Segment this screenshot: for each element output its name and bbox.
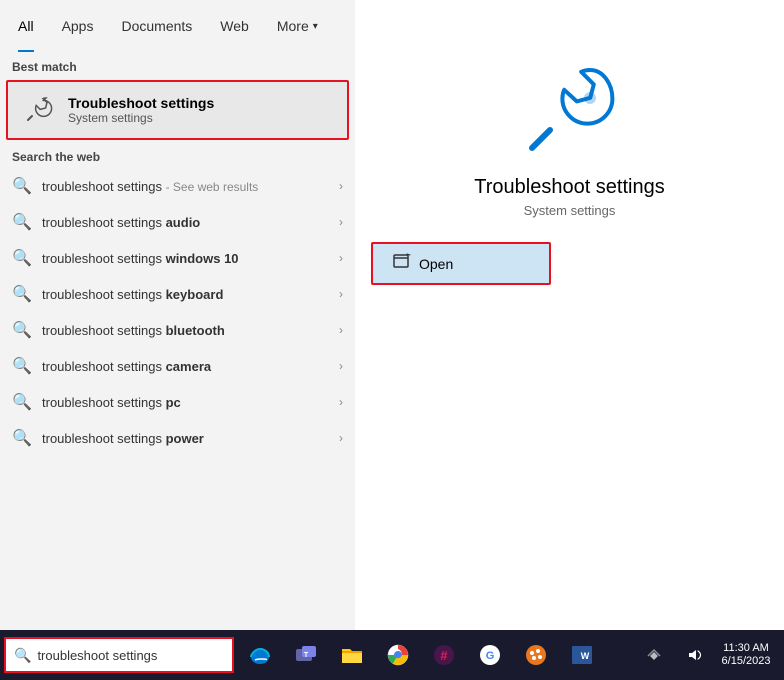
taskbar-icons: T # <box>238 630 604 680</box>
list-item[interactable]: 🔍 troubleshoot settings audio › <box>0 204 355 240</box>
system-tray: 11:30 AM 6/15/2023 <box>636 637 784 673</box>
search-icon: 🔍 <box>12 284 32 304</box>
open-button[interactable]: Open <box>371 242 551 285</box>
clock-tray: 11:30 AM 6/15/2023 <box>716 637 776 673</box>
taskbar: 🔍 troubleshoot settings T <box>0 630 784 680</box>
result-text: troubleshoot settings bluetooth <box>42 323 329 338</box>
svg-text:G: G <box>486 650 495 662</box>
search-icon: 🔍 <box>12 428 32 448</box>
see-web-results: - See web results <box>166 180 259 194</box>
chevron-right-icon: › <box>339 323 343 337</box>
tab-all[interactable]: All <box>4 0 48 52</box>
teams-icon[interactable]: T <box>284 630 328 680</box>
word-icon[interactable]: W <box>560 630 604 680</box>
tab-web[interactable]: Web <box>206 0 263 52</box>
file-explorer-icon[interactable] <box>330 630 374 680</box>
search-icon: 🔍 <box>12 212 32 232</box>
best-match-title: Troubleshoot settings <box>68 95 214 111</box>
tab-apps[interactable]: Apps <box>48 0 108 52</box>
result-text: troubleshoot settings - See web results <box>42 179 329 194</box>
list-item[interactable]: 🔍 troubleshoot settings power › <box>0 420 355 456</box>
list-item[interactable]: 🔍 troubleshoot settings windows 10 › <box>0 240 355 276</box>
open-button-row: Open <box>355 242 784 285</box>
result-text: troubleshoot settings power <box>42 431 329 446</box>
search-icon: 🔍 <box>12 248 32 268</box>
google-icon[interactable]: G <box>468 630 512 680</box>
result-text: troubleshoot settings keyboard <box>42 287 329 302</box>
svg-text:T: T <box>304 652 309 659</box>
web-section-label: Search the web <box>0 142 355 168</box>
taskbar-search-icon: 🔍 <box>14 647 31 664</box>
search-icon: 🔍 <box>12 320 32 340</box>
result-text: troubleshoot settings windows 10 <box>42 251 329 266</box>
tab-more[interactable]: More ▾ <box>263 0 332 52</box>
search-icon: 🔍 <box>12 176 32 196</box>
edge-icon[interactable] <box>238 630 282 680</box>
svg-text:#: # <box>440 648 448 663</box>
result-text: troubleshoot settings pc <box>42 395 329 410</box>
list-item[interactable]: 🔍 troubleshoot settings camera › <box>0 348 355 384</box>
chevron-right-icon: › <box>339 431 343 445</box>
paint-icon[interactable] <box>514 630 558 680</box>
best-match-item[interactable]: Troubleshoot settings System settings <box>6 80 349 140</box>
chevron-right-icon: › <box>339 215 343 229</box>
best-match-label: Best match <box>0 52 355 78</box>
result-text: troubleshoot settings audio <box>42 215 329 230</box>
right-panel: Troubleshoot settings System settings Op… <box>355 0 784 630</box>
network-tray-icon[interactable] <box>636 637 672 673</box>
chevron-right-icon: › <box>339 395 343 409</box>
taskbar-search-box[interactable]: 🔍 troubleshoot settings <box>4 637 234 673</box>
best-match-text: Troubleshoot settings System settings <box>68 95 214 125</box>
detail-subtitle: System settings <box>524 203 616 218</box>
chrome-icon[interactable] <box>376 630 420 680</box>
list-item[interactable]: 🔍 troubleshoot settings - See web result… <box>0 168 355 204</box>
list-item[interactable]: 🔍 troubleshoot settings pc › <box>0 384 355 420</box>
tab-documents[interactable]: Documents <box>107 0 206 52</box>
chevron-right-icon: › <box>339 179 343 193</box>
chevron-right-icon: › <box>339 251 343 265</box>
best-match-subtitle: System settings <box>68 111 214 125</box>
chevron-right-icon: › <box>339 359 343 373</box>
tabs-bar: All Apps Documents Web More ▾ N <box>0 0 355 52</box>
chevron-down-icon: ▾ <box>313 21 318 32</box>
svg-text:W: W <box>581 651 590 661</box>
search-icon: 🔍 <box>12 392 32 412</box>
open-label: Open <box>419 256 453 272</box>
detail-title: Troubleshoot settings <box>474 176 664 199</box>
volume-tray-icon[interactable] <box>676 637 712 673</box>
slack-icon[interactable]: # <box>422 630 466 680</box>
wrench-icon <box>20 92 56 128</box>
list-item[interactable]: 🔍 troubleshoot settings bluetooth › <box>0 312 355 348</box>
detail-wrench-icon <box>520 60 620 160</box>
chevron-right-icon: › <box>339 287 343 301</box>
list-item[interactable]: 🔍 troubleshoot settings keyboard › <box>0 276 355 312</box>
result-text: troubleshoot settings camera <box>42 359 329 374</box>
left-panel: All Apps Documents Web More ▾ N <box>0 0 355 630</box>
search-icon: 🔍 <box>12 356 32 376</box>
open-window-icon <box>393 252 411 275</box>
taskbar-search-text: troubleshoot settings <box>37 648 157 663</box>
